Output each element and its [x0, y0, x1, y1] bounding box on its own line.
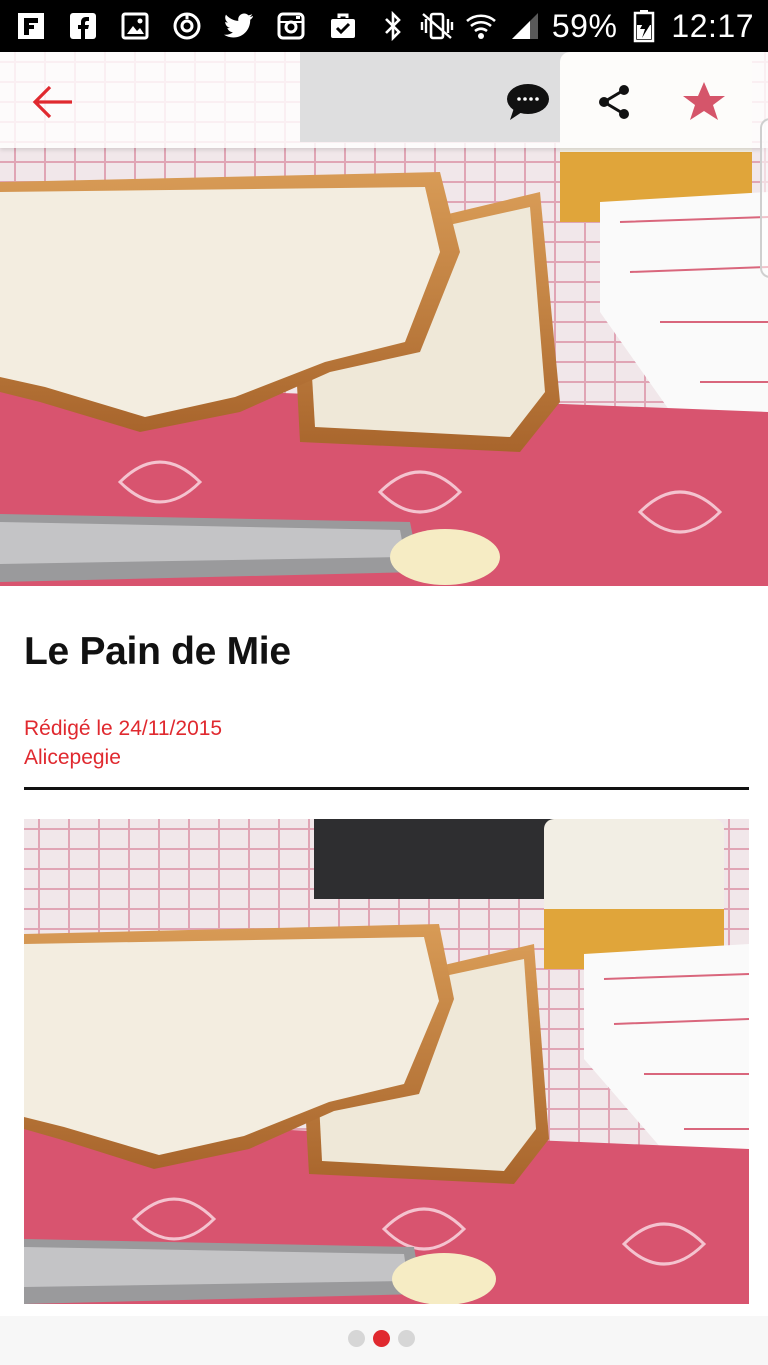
article-date: Rédigé le 24/11/2015: [24, 717, 223, 740]
page-indicator: [0, 1316, 768, 1365]
pager-dot-2[interactable]: [373, 1330, 390, 1347]
signal-icon: [508, 9, 542, 43]
flipboard-icon: [14, 9, 48, 43]
briefcase-icon: [326, 9, 360, 43]
article-author[interactable]: Alicepegie: [24, 743, 222, 772]
vibrate-icon: [420, 9, 454, 43]
back-button[interactable]: [30, 80, 74, 124]
comments-button[interactable]: [506, 80, 550, 124]
wifi-icon: [464, 9, 498, 43]
arrow-left-icon: [32, 85, 72, 119]
system-status: 59% 12:17: [376, 8, 754, 45]
top-app-bar: [0, 52, 768, 148]
share-icon: [599, 85, 629, 119]
clock: 12:17: [671, 7, 754, 44]
notification-icons: [14, 9, 360, 43]
article-content: Le Pain de Mie Rédigé le 24/11/2015 Alic…: [0, 586, 768, 1316]
twitter-icon: [222, 9, 256, 43]
star-icon: [683, 82, 725, 120]
facebook-icon: [66, 9, 100, 43]
battery-icon: [627, 9, 661, 43]
pager-dot-1[interactable]: [348, 1330, 365, 1347]
battery-percent: 59%: [551, 7, 618, 44]
gallery-icon: [118, 9, 152, 43]
chat-bubble-icon: [507, 84, 549, 120]
bluetooth-icon: [376, 9, 410, 43]
share-button[interactable]: [592, 80, 636, 124]
sync-icon: [170, 9, 204, 43]
favorite-button[interactable]: [682, 80, 726, 124]
edge-panel-handle[interactable]: [760, 118, 768, 278]
divider: [24, 787, 749, 790]
article-image[interactable]: [24, 819, 749, 1304]
article-title: Le Pain de Mie: [24, 630, 291, 673]
instagram-icon: [274, 9, 308, 43]
pager-dot-3[interactable]: [398, 1330, 415, 1347]
article-meta: Rédigé le 24/11/2015 Alicepegie: [24, 714, 222, 772]
pager-dots: [348, 1330, 415, 1347]
status-bar: 59% 12:17: [0, 0, 768, 52]
